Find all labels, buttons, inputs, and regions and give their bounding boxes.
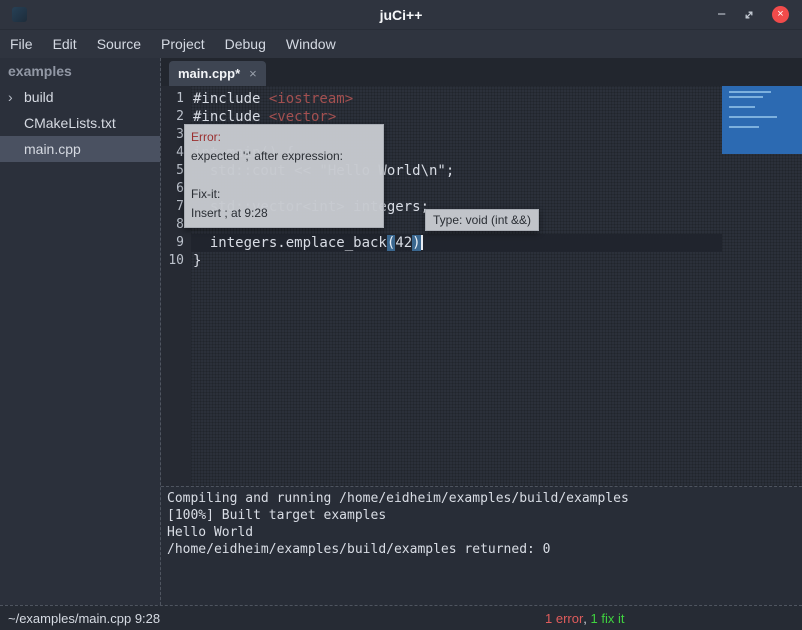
tab-close-icon[interactable]: × bbox=[249, 66, 257, 81]
output-panel[interactable]: Compiling and running /home/eidheim/exam… bbox=[161, 486, 802, 605]
status-diagnostics: 1 error , 1 fix it bbox=[545, 606, 625, 630]
tree-item-label: main.cpp bbox=[24, 141, 81, 157]
source-map[interactable] bbox=[722, 86, 802, 486]
tree-item-main.cpp[interactable]: main.cpp bbox=[0, 136, 160, 162]
tree-item-label: CMakeLists.txt bbox=[24, 115, 116, 131]
error-tooltip-spacer bbox=[191, 166, 377, 185]
status-separator: , bbox=[583, 611, 590, 626]
code-line-10: } bbox=[191, 252, 722, 270]
tab-main-cpp[interactable]: main.cpp* × bbox=[169, 61, 266, 86]
tree-item-CMakeLists.txt[interactable]: CMakeLists.txt bbox=[0, 110, 160, 136]
output-line: /home/eidheim/examples/build/examples re… bbox=[167, 541, 796, 558]
code-segment: 42 bbox=[395, 235, 412, 251]
file-sidebar: examples › build CMakeLists.txt main.cpp bbox=[0, 58, 160, 605]
source-map-line bbox=[729, 116, 777, 118]
code-segment: ) bbox=[412, 235, 420, 251]
error-tooltip: Error: expected ';' after expression: Fi… bbox=[184, 124, 384, 228]
menu-item-project[interactable]: Project bbox=[151, 30, 215, 58]
line-number: 1 bbox=[161, 90, 191, 108]
menubar: FileEditSourceProjectDebugWindow bbox=[0, 30, 802, 58]
menu-item-file[interactable]: File bbox=[0, 30, 43, 58]
code-segment: #include bbox=[193, 109, 269, 125]
project-folder-header: examples bbox=[0, 58, 160, 84]
app-window: juCi++ − × FileEditSourceProjectDebugWin… bbox=[0, 0, 802, 630]
menu-item-edit[interactable]: Edit bbox=[43, 30, 87, 58]
main-area: examples › build CMakeLists.txt main.cpp ma… bbox=[0, 58, 802, 605]
source-map-line bbox=[729, 126, 759, 128]
tab-label: main.cpp* bbox=[178, 66, 240, 81]
status-error-count: 1 error bbox=[545, 611, 583, 626]
fixit-tooltip-message: Insert ; at 9:28 bbox=[191, 204, 377, 223]
line-number: 10 bbox=[161, 252, 191, 270]
status-file-location: ~/examples/main.cpp 9:28 bbox=[8, 611, 160, 626]
output-line: [100%] Built target examples bbox=[167, 507, 796, 524]
status-bar: ~/examples/main.cpp 9:28 1 error , 1 fix… bbox=[0, 605, 802, 630]
menu-item-debug[interactable]: Debug bbox=[215, 30, 276, 58]
titlebar: juCi++ − × bbox=[0, 0, 802, 30]
fixit-tooltip-title: Fix-it: bbox=[191, 185, 377, 204]
chevron-right-icon[interactable]: › bbox=[8, 84, 13, 110]
restore-icon[interactable] bbox=[743, 9, 755, 21]
output-line: Hello World bbox=[167, 524, 796, 541]
minimize-icon[interactable]: − bbox=[717, 10, 726, 20]
line-number: 9 bbox=[161, 234, 191, 252]
code-line-9: integers.emplace_back(42) bbox=[191, 234, 722, 252]
tab-bar: main.cpp* × bbox=[161, 58, 802, 86]
error-tooltip-title: Error: bbox=[191, 128, 377, 147]
menu-item-window[interactable]: Window bbox=[276, 30, 346, 58]
code-segment: <vector> bbox=[269, 109, 336, 125]
window-title: juCi++ bbox=[0, 7, 802, 23]
source-map-line bbox=[729, 91, 771, 93]
code-segment: #include bbox=[193, 91, 269, 107]
close-icon[interactable]: × bbox=[772, 6, 789, 23]
code-segment: <iostream> bbox=[269, 91, 353, 107]
file-tree: › build CMakeLists.txt main.cpp bbox=[0, 84, 160, 162]
error-tooltip-message: expected ';' after expression: bbox=[191, 147, 377, 166]
status-fixit-count: 1 fix it bbox=[591, 611, 625, 626]
menu-item-source[interactable]: Source bbox=[87, 30, 151, 58]
editor-pane: main.cpp* × 12345678910 #include <iostre… bbox=[160, 58, 802, 605]
code-segment: } bbox=[193, 253, 201, 269]
source-map-line bbox=[729, 96, 763, 98]
editor: 12345678910 #include <iostream>#include … bbox=[161, 86, 802, 486]
tree-item-label: build bbox=[24, 89, 54, 105]
output-line: Compiling and running /home/eidheim/exam… bbox=[167, 490, 796, 507]
window-controls: − × bbox=[717, 6, 802, 23]
text-cursor bbox=[421, 235, 423, 250]
source-map-line bbox=[729, 106, 755, 108]
code-segment: integers.emplace_back bbox=[193, 235, 387, 251]
app-icon bbox=[12, 7, 27, 22]
code-line-1: #include <iostream> bbox=[191, 90, 722, 108]
source-map-viewport[interactable] bbox=[722, 86, 802, 154]
tree-item-build[interactable]: › build bbox=[0, 84, 160, 110]
type-tooltip: Type: void (int &&) bbox=[425, 209, 539, 231]
